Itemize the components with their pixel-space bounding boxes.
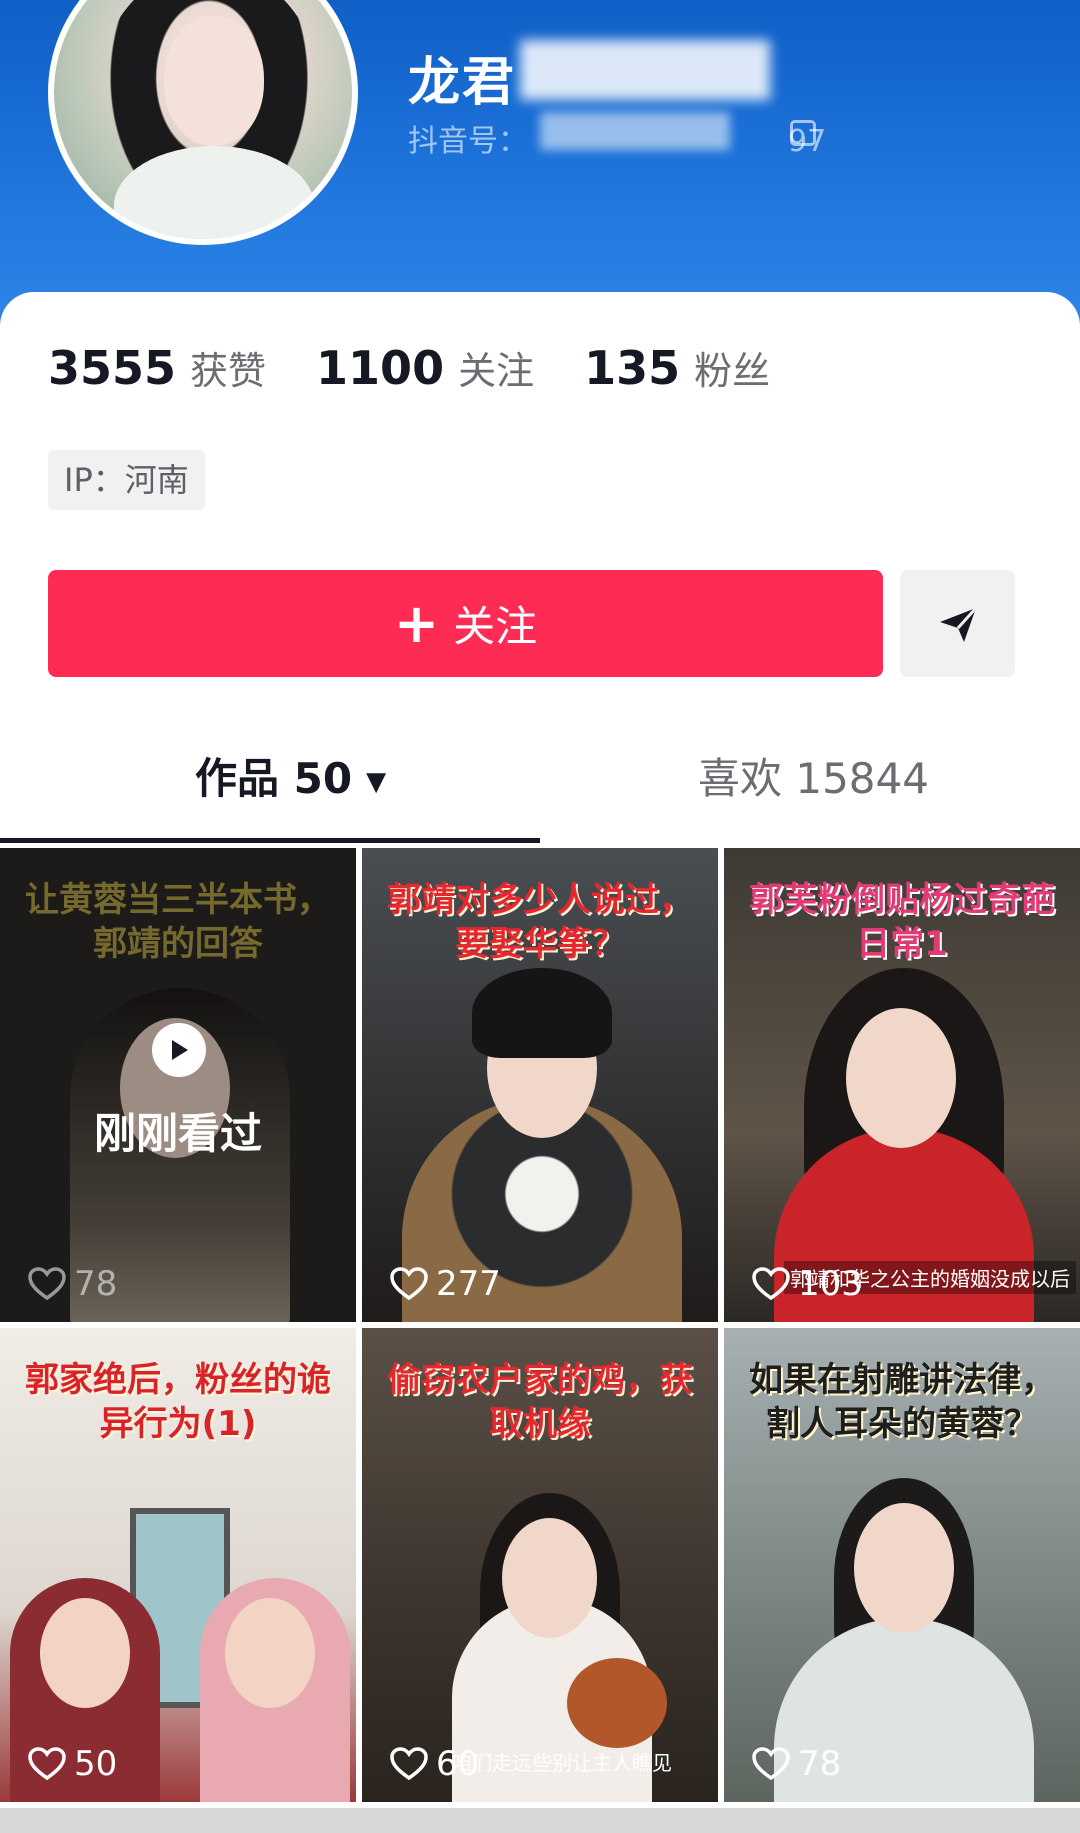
video-likes: 50 [28, 1744, 117, 1784]
heart-icon [752, 1267, 790, 1301]
profile-header: 龙君 抖音号： 97 [0, 0, 1080, 330]
video-caption: 郭靖对多少人说过，要娶华筝？ [387, 880, 693, 965]
stats-row: 3555 获赞 1100 关注 135 粉丝 [48, 340, 820, 395]
video-tile[interactable]: 如果在射雕讲法律，割人耳朵的黄蓉？ 78 [724, 1328, 1080, 1802]
play-icon[interactable] [152, 1023, 206, 1077]
stat-value: 1100 [316, 341, 445, 395]
copy-icon[interactable] [790, 120, 816, 146]
nickname-redaction [520, 40, 770, 100]
follow-button[interactable]: + 关注 [48, 570, 883, 677]
video-thumbnail-hair [472, 968, 612, 1058]
video-thumbnail-face [40, 1598, 130, 1708]
paper-plane-icon [939, 606, 977, 642]
stat-label: 关注 [458, 349, 535, 393]
video-tile[interactable]: 让黄蓉当三半本书，郭靖的回答 刚刚看过 78 [0, 848, 356, 1322]
video-tile[interactable]: 偷窃农户家的鸡，获取机缘 咱们走远些别让主人瞧见 60 [362, 1328, 718, 1802]
video-caption: 偷窃农户家的鸡，获取机缘 [387, 1360, 693, 1445]
stat-value: 135 [584, 341, 681, 395]
video-likes-count: 50 [74, 1744, 118, 1784]
nickname: 龙君 [408, 53, 517, 113]
tab-works[interactable]: 作品 50 ▼ [195, 745, 386, 806]
heart-icon [390, 1267, 428, 1301]
stat-value: 3555 [48, 341, 177, 395]
stat-label: 粉丝 [694, 349, 771, 393]
video-likes: 78 [28, 1264, 117, 1304]
video-likes: 78 [752, 1744, 841, 1784]
video-tile[interactable]: 郭靖对多少人说过，要娶华筝？ 277 [362, 848, 718, 1322]
video-thumbnail-face [225, 1598, 315, 1708]
heart-icon [390, 1747, 428, 1781]
share-button[interactable] [900, 570, 1015, 677]
video-tile[interactable]: 郭家绝后，粉丝的诡异行为(1) 50 [0, 1328, 356, 1802]
video-thumbnail-face [846, 1008, 956, 1148]
heart-icon [28, 1747, 66, 1781]
video-likes-count: 277 [436, 1264, 501, 1304]
next-row-peek [0, 1808, 1080, 1833]
tab-likes[interactable]: 喜欢 15844 [698, 745, 929, 806]
video-caption: 如果在射雕讲法律，割人耳朵的黄蓉？ [749, 1360, 1055, 1445]
video-likes: 277 [390, 1264, 501, 1304]
stat-label: 获赞 [190, 349, 267, 393]
video-thumbnail-face [854, 1503, 954, 1633]
douyin-id-redaction [540, 112, 730, 150]
stat-following[interactable]: 1100 关注 [316, 340, 534, 395]
video-likes-count: 103 [798, 1264, 863, 1304]
video-subtitle: 咱们走远些别让主人瞧见 [452, 1751, 672, 1775]
douyin-id-label: 抖音号： [408, 124, 528, 159]
tab-likes-label: 喜欢 15844 [698, 754, 929, 803]
video-likes-count: 78 [798, 1744, 842, 1784]
stat-likes-received[interactable]: 3555 获赞 [48, 340, 266, 395]
watched-label: 刚刚看过 [93, 1109, 262, 1158]
avatar[interactable] [48, 0, 358, 245]
tab-works-label: 作品 50 [195, 754, 353, 803]
avatar-face [164, 16, 264, 146]
watched-overlay [0, 848, 356, 1322]
follow-button-label: 关注 [453, 602, 538, 651]
plus-icon: + [393, 592, 440, 655]
video-thumbnail-chicken [567, 1658, 667, 1748]
video-likes: 60 [390, 1744, 479, 1784]
ip-location-chip: IP：河南 [48, 450, 205, 510]
caret-down-icon[interactable]: ▼ [366, 767, 386, 797]
heart-icon [752, 1747, 790, 1781]
stat-followers[interactable]: 135 粉丝 [584, 340, 770, 395]
video-tile[interactable]: 郭芙粉倒贴杨过奇葩日常1 郭靖和华之公主的婚姻没成以后 103 [724, 848, 1080, 1322]
video-caption: 郭家绝后，粉丝的诡异行为(1) [25, 1360, 331, 1445]
video-thumbnail-face [502, 1518, 597, 1638]
tab-indicator [0, 838, 540, 843]
video-likes: 103 [752, 1264, 863, 1304]
heart-icon [28, 1267, 66, 1301]
video-caption: 郭芙粉倒贴杨过奇葩日常1 [749, 880, 1055, 965]
video-likes-count: 60 [436, 1744, 480, 1784]
video-likes-count: 78 [74, 1264, 118, 1304]
content-tabs: 作品 50 ▼ 喜欢 15844 [0, 745, 1080, 840]
